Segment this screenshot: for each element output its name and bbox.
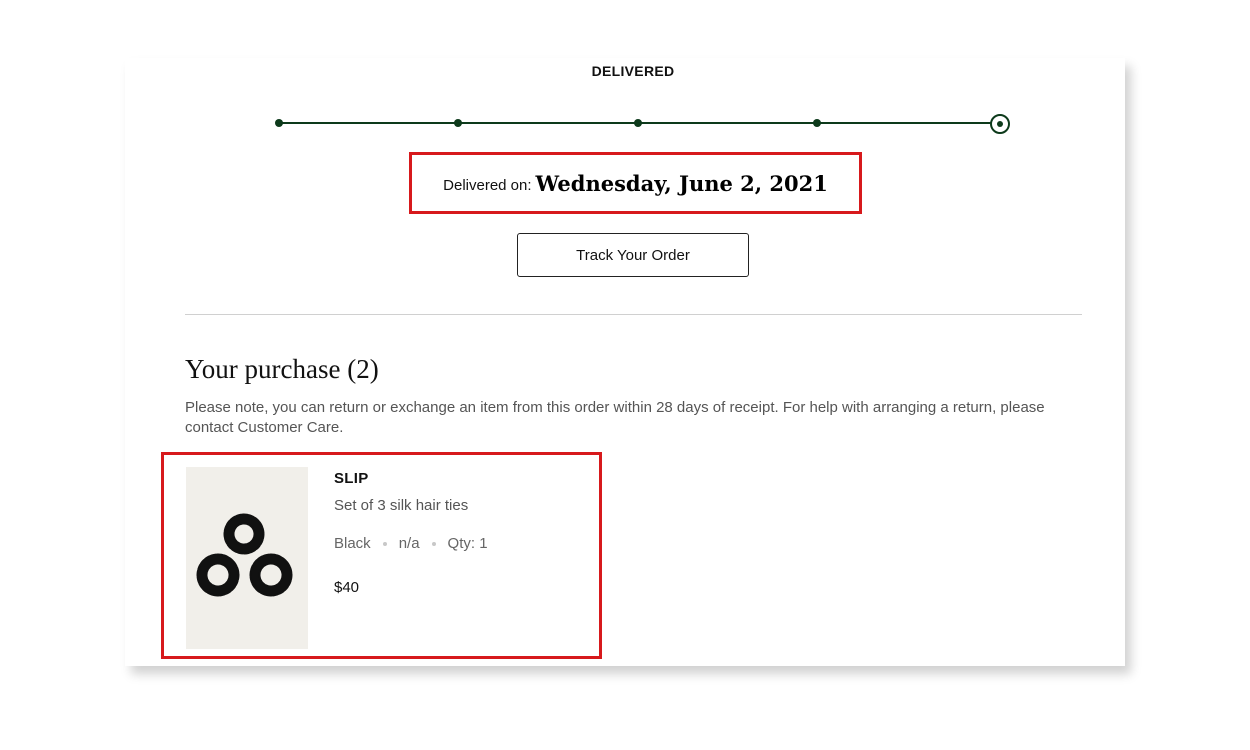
order-status-card: DELIVERED Delivered on: Wednesday, June … xyxy=(125,58,1125,666)
delivered-label: Delivered on: xyxy=(443,176,532,194)
progress-current-step-icon xyxy=(990,114,1010,134)
separator-dot-icon xyxy=(382,541,387,546)
purchase-note: Please note, you can return or exchange … xyxy=(185,399,1045,436)
purchase-title: Your purchase (2) xyxy=(185,354,379,384)
delivered-date-highlight: Delivered on: Wednesday, June 2, 2021 xyxy=(409,152,862,214)
progress-step-dot xyxy=(634,119,642,127)
product-brand[interactable]: SLIP xyxy=(334,470,369,487)
hair-ties-image[interactable] xyxy=(186,467,308,649)
delivered-date: Wednesday, June 2, 2021 xyxy=(535,170,828,196)
product-item[interactable]: SLIP Set of 3 silk hair ties Black n/a Q… xyxy=(161,452,602,659)
product-size: n/a xyxy=(398,535,420,552)
product-color: Black xyxy=(334,535,371,552)
product-attributes: Black n/a Qty: 1 xyxy=(334,535,488,552)
divider xyxy=(185,314,1082,315)
progress-step-dot xyxy=(454,119,462,127)
progress-step-dot xyxy=(813,119,821,127)
progress-step-dot xyxy=(275,119,283,127)
separator-dot-icon xyxy=(431,541,436,546)
status-title: DELIVERED xyxy=(591,63,675,79)
product-description[interactable]: Set of 3 silk hair ties xyxy=(334,497,468,514)
product-price: $40 xyxy=(334,579,360,596)
track-order-button[interactable]: Track Your Order xyxy=(517,233,749,277)
product-quantity: Qty: 1 xyxy=(447,535,488,552)
